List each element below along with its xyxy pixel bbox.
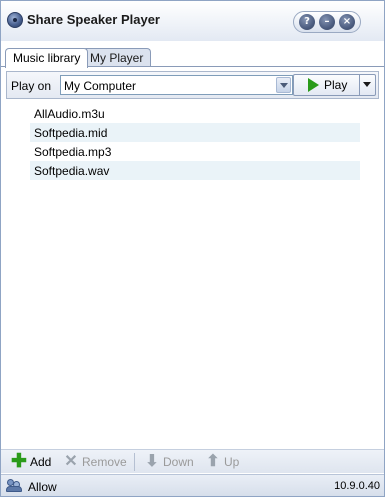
- toolbar-separator: [134, 453, 135, 471]
- up-arrow-icon: ⬆: [206, 453, 220, 470]
- play-button-label: Play: [324, 78, 348, 92]
- tab-music-library[interactable]: Music library: [5, 48, 89, 68]
- remove-button-label: Remove: [82, 455, 127, 469]
- play-button[interactable]: Play: [294, 75, 359, 95]
- add-button-label: Add: [30, 455, 52, 469]
- play-on-bar: Play on My Computer Play: [6, 71, 379, 99]
- window-controls: ? – ×: [293, 11, 361, 33]
- users-icon: [6, 478, 22, 493]
- play-on-label: Play on: [11, 79, 52, 93]
- close-button[interactable]: ×: [339, 14, 355, 30]
- tab-my-player[interactable]: My Player: [82, 48, 152, 67]
- tab-strip: Music library My Player: [1, 41, 384, 68]
- play-split-button: Play: [293, 74, 376, 96]
- remove-button[interactable]: ✕ Remove: [63, 454, 127, 470]
- list-toolbar: ✚ Add ✕ Remove ⬇ Down ⬆ Up: [1, 449, 384, 473]
- add-button[interactable]: ✚ Add: [11, 451, 53, 472]
- music-file-list[interactable]: AllAudio.m3u Softpedia.mid Softpedia.mp3…: [6, 101, 379, 449]
- list-item[interactable]: AllAudio.m3u: [30, 104, 360, 123]
- app-window: Share Speaker Player ? – × Music library…: [0, 0, 385, 497]
- status-text: Allow: [28, 480, 57, 494]
- chevron-down-icon[interactable]: [276, 77, 291, 93]
- plus-icon: ✚: [11, 451, 27, 472]
- move-up-button[interactable]: ⬆ Up: [205, 454, 243, 470]
- list-item[interactable]: Softpedia.mp3: [30, 142, 360, 161]
- help-button[interactable]: ?: [299, 14, 315, 30]
- move-down-button[interactable]: ⬇ Down: [144, 454, 196, 470]
- x-icon: ✕: [64, 453, 78, 470]
- down-arrow-icon: ⬇: [145, 453, 159, 470]
- status-bar: Allow 10.9.0.40: [1, 474, 384, 496]
- minimize-button[interactable]: –: [319, 14, 335, 30]
- list-item[interactable]: Softpedia.mid: [30, 123, 360, 142]
- speaker-icon: [7, 12, 23, 28]
- window-title: Share Speaker Player: [27, 12, 160, 27]
- play-icon: [308, 78, 319, 92]
- version-label: 10.9.0.40: [334, 480, 380, 492]
- title-bar[interactable]: Share Speaker Player ? – ×: [1, 1, 384, 41]
- device-select-value: My Computer: [64, 79, 137, 93]
- play-options-dropdown[interactable]: [359, 75, 375, 95]
- list-item[interactable]: Softpedia.wav: [30, 161, 360, 180]
- device-select[interactable]: My Computer: [60, 75, 293, 95]
- move-down-label: Down: [163, 455, 194, 469]
- move-up-label: Up: [224, 455, 240, 469]
